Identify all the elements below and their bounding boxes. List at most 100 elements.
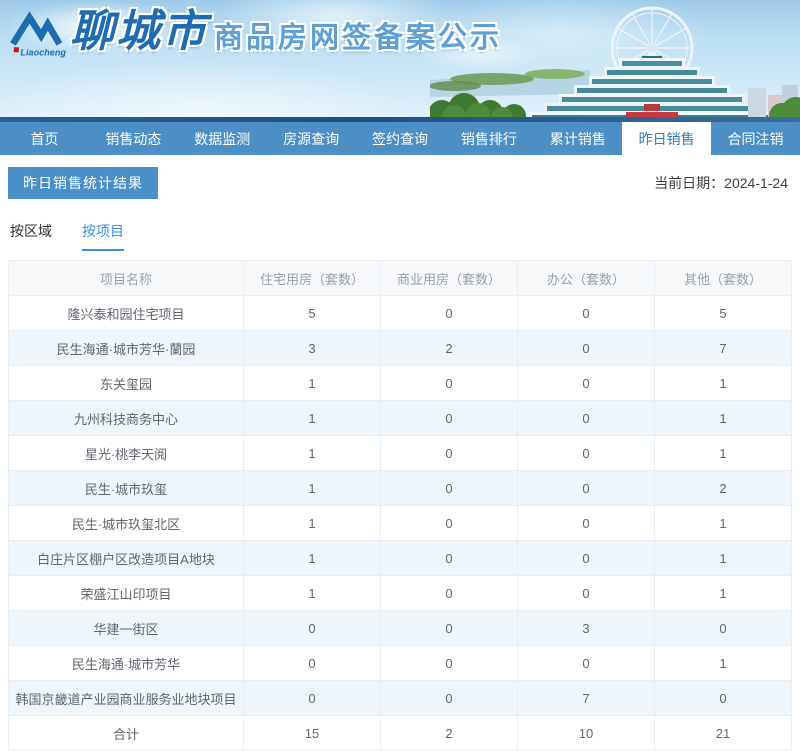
project-name-cell: 韩国京畿道产业园商业服务业地块项目: [9, 681, 244, 716]
project-name-cell: 隆兴泰和园住宅项目: [9, 296, 244, 331]
table-row: 华建一街区0030: [9, 611, 792, 646]
count-cell: 7: [518, 681, 655, 716]
section-title-badge: 昨日销售统计结果: [8, 167, 158, 199]
count-cell: 0: [518, 506, 655, 541]
nav-item-5[interactable]: 销售排行: [444, 122, 533, 155]
view-tabs: 按区域按项目: [8, 221, 792, 251]
project-name-cell: 华建一街区: [9, 611, 244, 646]
count-cell: 1: [655, 506, 792, 541]
count-cell: 3: [518, 611, 655, 646]
project-name-cell: 星光·桃李天阅: [9, 436, 244, 471]
column-header-3: 办公（套数）: [518, 261, 655, 296]
table-row: 东关玺园1001: [9, 366, 792, 401]
count-cell: 1: [655, 401, 792, 436]
count-cell: 0: [244, 681, 381, 716]
count-cell: 1: [655, 436, 792, 471]
logo-subtext: Liaocheng: [20, 48, 66, 58]
nav-item-2[interactable]: 数据监测: [178, 122, 267, 155]
count-cell: 0: [381, 576, 518, 611]
nav-item-4[interactable]: 签约查询: [356, 122, 445, 155]
project-name-cell: 民生海通·城市芳华: [9, 646, 244, 681]
count-cell: 1: [244, 436, 381, 471]
count-cell: 5: [655, 296, 792, 331]
count-cell: 21: [655, 716, 792, 751]
project-name-cell: 荣盛江山印项目: [9, 576, 244, 611]
count-cell: 0: [381, 646, 518, 681]
count-cell: 0: [381, 681, 518, 716]
column-header-0: 项目名称: [9, 261, 244, 296]
banner-title: 商品房网签备案公示: [214, 6, 502, 64]
count-cell: 1: [244, 471, 381, 506]
table-row: 民生·城市玖玺北区1001: [9, 506, 792, 541]
table-total-row: 合计1521021: [9, 716, 792, 751]
table-body: 隆兴泰和园住宅项目5005民生海通·城市芳华·蘭园3207东关玺园1001九州科…: [9, 296, 792, 751]
nav-item-3[interactable]: 房源查询: [267, 122, 356, 155]
current-date-label: 当前日期：2024-1-24: [654, 173, 792, 193]
count-cell: 0: [244, 611, 381, 646]
count-cell: 15: [244, 716, 381, 751]
nav-item-1[interactable]: 销售动态: [89, 122, 178, 155]
project-name-cell: 民生·城市玖玺: [9, 471, 244, 506]
table-row: 白庄片区棚户区改造项目A地块1001: [9, 541, 792, 576]
project-name-cell: 合计: [9, 716, 244, 751]
count-cell: 1: [655, 646, 792, 681]
count-cell: 0: [381, 611, 518, 646]
count-cell: 0: [518, 401, 655, 436]
sales-table: 项目名称住宅用房（套数）商业用房（套数）办公（套数）其他（套数） 隆兴泰和园住宅…: [8, 260, 792, 751]
table-row: 荣盛江山印项目1001: [9, 576, 792, 611]
count-cell: 2: [381, 331, 518, 366]
table-row: 隆兴泰和园住宅项目5005: [9, 296, 792, 331]
count-cell: 0: [381, 401, 518, 436]
count-cell: 0: [655, 681, 792, 716]
count-cell: 0: [518, 541, 655, 576]
count-cell: 3: [244, 331, 381, 366]
section-head: 昨日销售统计结果 当前日期：2024-1-24: [8, 167, 792, 199]
count-cell: 2: [655, 471, 792, 506]
count-cell: 1: [244, 366, 381, 401]
project-name-cell: 九州科技商务中心: [9, 401, 244, 436]
city-name-calligraphy: 聊城市: [70, 6, 208, 58]
count-cell: 0: [381, 506, 518, 541]
count-cell: 5: [244, 296, 381, 331]
count-cell: 0: [518, 576, 655, 611]
count-cell: 0: [518, 331, 655, 366]
count-cell: 1: [244, 506, 381, 541]
table-header-row: 项目名称住宅用房（套数）商业用房（套数）办公（套数）其他（套数）: [9, 261, 792, 296]
count-cell: 0: [518, 366, 655, 401]
main-content: 昨日销售统计结果 当前日期：2024-1-24 按区域按项目 项目名称住宅用房（…: [0, 155, 800, 751]
count-cell: 0: [518, 646, 655, 681]
table-row: 民生海通·城市芳华·蘭园3207: [9, 331, 792, 366]
count-cell: 0: [518, 296, 655, 331]
column-header-1: 住宅用房（套数）: [244, 261, 381, 296]
liaocheng-logo-icon: Liaocheng: [8, 6, 66, 62]
project-name-cell: 民生海通·城市芳华·蘭园: [9, 331, 244, 366]
table-row: 九州科技商务中心1001: [9, 401, 792, 436]
tab-0[interactable]: 按区域: [10, 221, 52, 251]
count-cell: 1: [244, 401, 381, 436]
tab-1[interactable]: 按项目: [82, 221, 124, 251]
count-cell: 0: [381, 471, 518, 506]
project-name-cell: 东关玺园: [9, 366, 244, 401]
count-cell: 0: [244, 646, 381, 681]
count-cell: 0: [655, 611, 792, 646]
count-cell: 0: [381, 436, 518, 471]
table-row: 民生海通·城市芳华0001: [9, 646, 792, 681]
count-cell: 10: [518, 716, 655, 751]
table-row: 民生·城市玖玺1002: [9, 471, 792, 506]
project-name-cell: 白庄片区棚户区改造项目A地块: [9, 541, 244, 576]
nav-item-8[interactable]: 合同注销: [711, 122, 800, 155]
count-cell: 0: [518, 436, 655, 471]
nav-item-0[interactable]: 首页: [0, 122, 89, 155]
count-cell: 2: [381, 716, 518, 751]
count-cell: 1: [655, 576, 792, 611]
project-name-cell: 民生·城市玖玺北区: [9, 506, 244, 541]
count-cell: 0: [381, 296, 518, 331]
brand-block: Liaocheng 聊城市 商品房网签备案公示: [8, 6, 502, 64]
main-nav: 首页销售动态数据监测房源查询签约查询销售排行累计销售昨日销售合同注销: [0, 122, 800, 155]
count-cell: 1: [655, 541, 792, 576]
count-cell: 7: [655, 331, 792, 366]
column-header-4: 其他（套数）: [655, 261, 792, 296]
nav-item-6[interactable]: 累计销售: [533, 122, 622, 155]
count-cell: 0: [518, 471, 655, 506]
nav-item-7[interactable]: 昨日销售: [622, 122, 711, 155]
